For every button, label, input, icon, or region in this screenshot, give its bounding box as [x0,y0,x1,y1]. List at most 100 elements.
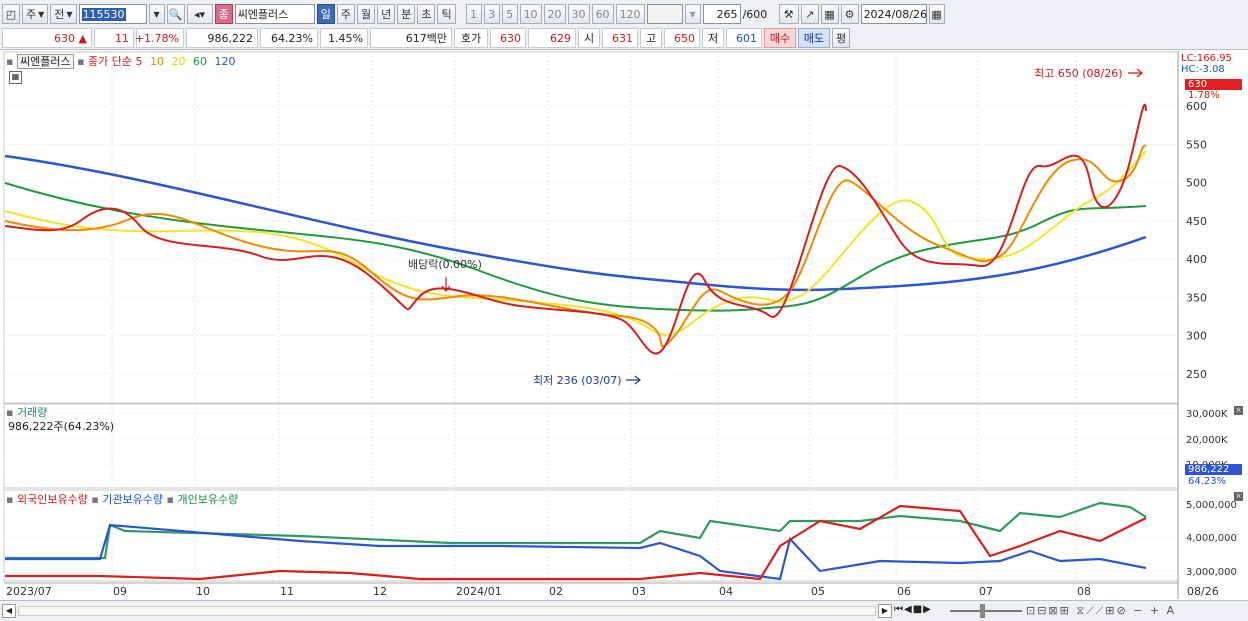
hc-value: HC:-3.08 [1181,64,1225,75]
last-pct-label: 1.78% [1188,90,1220,101]
price-tick-label: 350 [1186,291,1207,304]
market-a-label: 주 [26,8,37,21]
ma5-line [4,103,1147,355]
volume-panel-frame [3,403,1179,489]
chart-tool-icon[interactable]: ⚒ [778,4,799,24]
legend-stock-name[interactable]: 씨엔플러스 [16,54,74,69]
panel-close-icon[interactable]: × [1234,406,1243,415]
period-button-week[interactable]: 주 [336,4,355,24]
open-price: 631 [602,28,638,48]
low-price: 601 [726,28,762,48]
volume-tick-label: 30,000K [1186,409,1228,420]
interval-button-10[interactable]: 10 [519,4,542,24]
search-icon[interactable]: 🔍 [166,4,185,24]
interval-button-60[interactable]: 60 [591,4,614,24]
period-button-month[interactable]: 월 [356,4,376,24]
history-icon[interactable]: ◂▾ [186,4,213,24]
legend-foreign-holding[interactable]: 외국인보유수량 [17,493,88,506]
legend-institution-holding[interactable]: 기관보유수량 [102,493,163,506]
sell-button[interactable]: 매도 [798,28,830,48]
period-button-year[interactable]: 년 [377,4,396,24]
price-tick-label: 400 [1186,253,1207,266]
price-change-pct: +1.78% [135,28,184,48]
legend-square-icon: ▪ [6,55,14,68]
interval-button-3[interactable]: 3 [483,4,500,24]
ask-label: 호가 [454,28,488,48]
period-button-day[interactable]: 일 [316,4,335,24]
gear-icon[interactable]: ⚙ [840,4,859,24]
price-tick-label: 550 [1186,138,1207,151]
current-price-value: 630 [54,31,76,45]
ma10-line [4,144,1147,348]
panel-calc-icon[interactable]: ▦ [9,71,22,84]
screen-icon[interactable]: ◰ [2,4,20,24]
low-label: 저 [702,28,724,48]
period-button-second[interactable]: 초 [417,4,436,24]
lc-value: LC:166.95 [1181,53,1232,64]
custom-interval-dropdown[interactable]: ▼ [684,4,701,24]
play-control-buttons[interactable]: ⏮◀■▶ [894,604,932,615]
interval-button-30[interactable]: 30 [567,4,590,24]
horizontal-scrollbar[interactable] [18,606,876,616]
volume-tick-label: 20,000K [1186,435,1228,446]
legend-square-icon: ▪ [91,493,99,506]
price-tick-label: 250 [1186,368,1207,381]
x-tick-label: 2023/07 [6,585,52,598]
date-input[interactable]: 2024/08/26 [860,4,927,24]
x-tick-label: 04 [719,585,733,598]
legend-square-icon: ▪ [166,493,174,506]
legend-individual-holding[interactable]: 개인보유수량 [177,493,238,506]
turnover-rate: 1.45% [320,28,368,48]
interval-button-5[interactable]: 5 [501,4,518,24]
eval-button[interactable]: 평 [832,28,850,48]
period-button-tick[interactable]: 틱 [437,4,456,24]
legend-square-icon: ▪ [6,493,14,506]
volume-ratio: 64.23% [260,28,318,48]
up-arrow-icon: ▲ [78,31,87,45]
current-price: 630 ▲ [2,28,92,48]
legend-ma-60[interactable]: 60 [193,55,207,68]
legend-ma-5[interactable]: 5 [136,55,143,68]
last-price-tag: 630 [1185,79,1242,90]
high-arrow-icon [1128,68,1143,78]
x-tick-label: 08 [1077,585,1091,598]
scroll-right-icon[interactable]: ▶ [878,604,892,618]
stock-code-input[interactable]: 115530 [78,4,147,24]
market-select-b[interactable]: 전 ▼ [50,4,77,24]
low-arrow-icon [626,375,641,385]
x-tick-label: 11 [280,585,294,598]
x-tick-label: 09 [113,585,127,598]
chevron-down-icon: ▼ [66,9,73,19]
price-tick-label: 600 [1186,100,1207,113]
bottom-toolbar: ◀ ▶ ⏮◀■▶ ⊡⊟⊠⊞ ⧖⟋⟋⊞⊘ − + A [0,600,1248,621]
x-tick-label: 05 [811,585,825,598]
code-dropdown-button[interactable]: ▼ [148,4,165,24]
legend-ma-20[interactable]: 20 [172,55,186,68]
legend-ma-120[interactable]: 120 [215,55,236,68]
interval-button-1[interactable]: 1 [465,4,482,24]
custom-interval-input[interactable] [646,4,683,24]
legend-ma-prefix[interactable]: 종가 단순 [88,55,132,68]
zoom-slider[interactable] [950,610,1022,612]
chart-canvas[interactable]: 600 550 500 450 400 350 300 250 2023/07 09 10 11 12 2… [0,51,1248,601]
calendar-icon[interactable]: ▦ [928,4,945,24]
panel-close-icon[interactable]: × [1234,492,1243,501]
count-input[interactable]: 265 [702,4,741,24]
zoom-slider-thumb[interactable] [980,604,985,618]
legend-ma-10[interactable]: 10 [150,55,164,68]
interval-button-20[interactable]: 20 [543,4,566,24]
ask-price-2: 629 [528,28,576,48]
period-button-minute[interactable]: 분 [397,4,416,24]
interval-button-120[interactable]: 120 [615,4,645,24]
market-select-a[interactable]: 주 ▼ [22,4,49,24]
buy-button[interactable]: 매수 [764,28,796,48]
settings-grid-icon[interactable]: ▦ [820,4,839,24]
chart-tool-icons[interactable]: ⊡⊟⊠⊞ ⧖⟋⟋⊞⊘ − + A [1026,604,1176,618]
toolbar-row-2: 630 ▲ 11 +1.78% 986,222 64.23% 1.45% 617… [2,27,1246,49]
scroll-left-icon[interactable]: ◀ [2,604,16,618]
x-tick-label: 06 [897,585,911,598]
x-tick-label: 07 [979,585,993,598]
drawing-tool-icon[interactable]: ↗ [800,4,819,24]
price-tick-label: 450 [1186,215,1207,228]
chart-area[interactable]: 600 550 500 450 400 350 300 250 2023/07 09 10 11 12 2… [0,51,1248,601]
